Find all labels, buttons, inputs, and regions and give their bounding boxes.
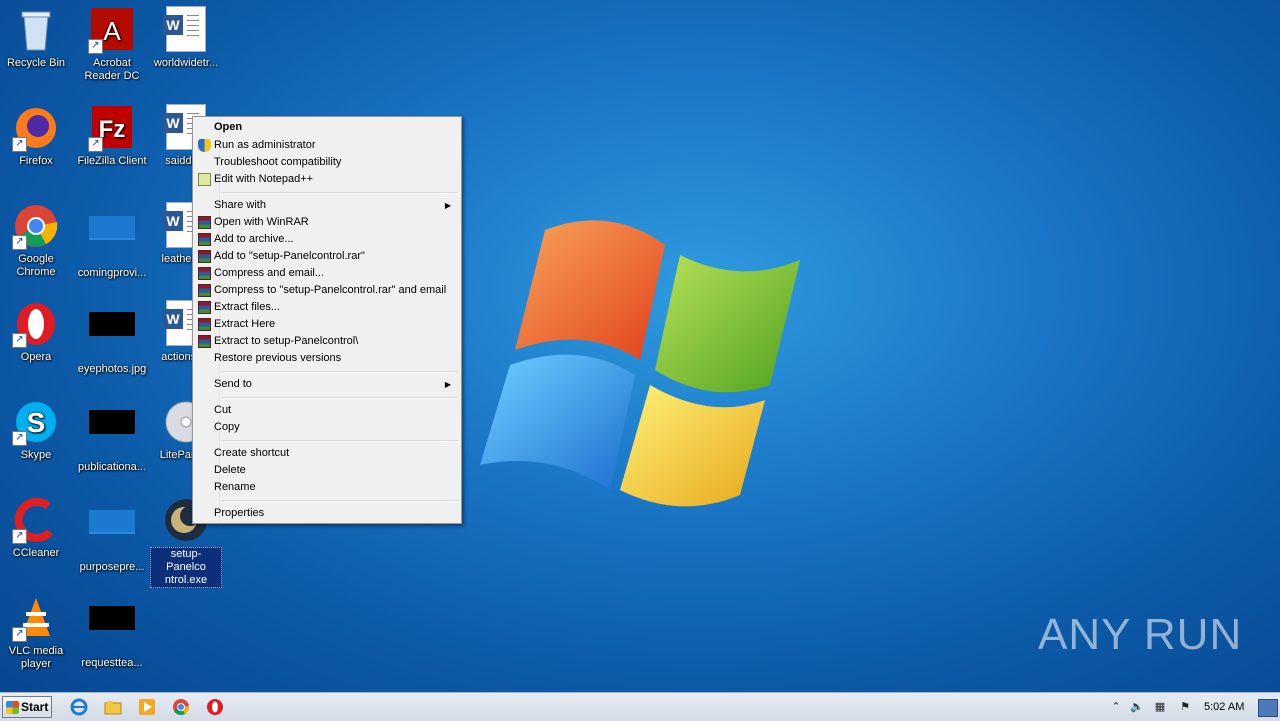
opera-shortcut[interactable]: ↗ Opera: [0, 300, 72, 364]
image-file-icon: [88, 606, 136, 654]
skype-shortcut[interactable]: S ↗ Skype: [0, 398, 72, 462]
menu-separator: [221, 500, 458, 502]
menu-item-restore-previous-versions[interactable]: Restore previous versions: [195, 350, 459, 367]
winrar-icon: [198, 267, 211, 280]
media-player-icon[interactable]: [138, 698, 156, 716]
menu-item-run-as-administrator[interactable]: Run as administrator: [195, 137, 459, 154]
start-button[interactable]: Start: [2, 696, 52, 718]
worldwidetr-document[interactable]: W worldwidetr...: [150, 6, 222, 70]
menu-item-extract-files[interactable]: Extract files...: [195, 299, 459, 316]
opera-icon: ↗: [12, 300, 60, 348]
vlc-icon: ↗: [12, 594, 60, 642]
clock[interactable]: 5:02 AM: [1204, 693, 1244, 721]
menu-item-open-with-winrar[interactable]: Open with WinRAR: [195, 214, 459, 231]
shortcut-arrow-icon: ↗: [12, 235, 27, 250]
windows-flag-icon: [6, 701, 19, 714]
menu-item-properties[interactable]: Properties: [195, 505, 459, 522]
chrome-icon[interactable]: [172, 698, 190, 716]
windows-logo-wallpaper: [480, 220, 800, 507]
menu-item-rename[interactable]: Rename: [195, 479, 459, 496]
shortcut-arrow-icon: ↗: [12, 333, 27, 348]
acrobat-reader-shortcut[interactable]: A ↗ Acrobat Reader DC: [76, 6, 148, 83]
menu-separator: [221, 397, 458, 399]
shortcut-arrow-icon: ↗: [12, 627, 27, 642]
show-hidden-icons-icon[interactable]: ⌃: [1109, 700, 1123, 714]
filezilla-icon: Fz ↗: [88, 104, 136, 152]
comingprovi-file[interactable]: comingprovi...: [76, 202, 148, 280]
anyrun-watermark: ANY RUN: [1038, 610, 1243, 659]
shortcut-arrow-icon: ↗: [12, 529, 27, 544]
chrome-shortcut[interactable]: ↗ Google Chrome: [0, 202, 72, 279]
file-icon: [88, 510, 136, 558]
shortcut-arrow-icon: ↗: [88, 39, 103, 54]
image-file-icon: [88, 312, 136, 360]
menu-item-troubleshoot-compatibility[interactable]: Troubleshoot compatibility: [195, 154, 459, 171]
menu-item-open[interactable]: Open: [195, 119, 459, 136]
publicationa-file[interactable]: publicationa...: [76, 398, 148, 474]
menu-item-create-shortcut[interactable]: Create shortcut: [195, 445, 459, 462]
filezilla-shortcut[interactable]: Fz ↗ FileZilla Client: [76, 104, 148, 168]
winrar-icon: [198, 284, 211, 297]
firefox-shortcut[interactable]: ↗ Firefox: [0, 104, 72, 168]
menu-item-extract-to-folder[interactable]: Extract to setup-Panelcontrol\: [195, 333, 459, 350]
internet-explorer-icon[interactable]: [70, 698, 88, 716]
recycle-bin-icon: [12, 6, 60, 54]
menu-item-cut[interactable]: Cut: [195, 402, 459, 419]
word-document-icon: W: [162, 6, 210, 54]
ccleaner-shortcut[interactable]: ↗ CCleaner: [0, 496, 72, 560]
uac-shield-icon: [198, 139, 211, 152]
ccleaner-icon: ↗: [12, 496, 60, 544]
shortcut-arrow-icon: ↗: [12, 431, 27, 446]
file-explorer-icon[interactable]: [104, 698, 122, 716]
network-icon[interactable]: ▦: [1153, 700, 1167, 714]
firefox-icon: ↗: [12, 104, 60, 152]
svg-text:A: A: [103, 16, 121, 46]
menu-item-send-to[interactable]: Send to ▶: [195, 376, 459, 393]
notepad-plus-plus-icon: [198, 173, 211, 186]
menu-item-compress-to-rar-and-email[interactable]: Compress to "setup-Panelcontrol.rar" and…: [195, 282, 459, 299]
chrome-icon: ↗: [12, 202, 60, 250]
action-center-flag-icon[interactable]: ⚑: [1178, 700, 1192, 714]
svg-text:S: S: [27, 407, 46, 438]
menu-item-share-with[interactable]: Share with ▶: [195, 197, 459, 214]
requesttea-file[interactable]: requesttea...: [76, 594, 148, 670]
skype-icon: S ↗: [12, 398, 60, 446]
opera-icon[interactable]: [206, 698, 224, 716]
winrar-icon: [198, 216, 211, 229]
winrar-icon: [198, 233, 211, 246]
winrar-icon: [198, 250, 211, 263]
menu-item-copy[interactable]: Copy: [195, 419, 459, 436]
menu-item-add-to-rar[interactable]: Add to "setup-Panelcontrol.rar": [195, 248, 459, 265]
winrar-icon: [198, 318, 211, 331]
eyephotos-file[interactable]: eyephotos.jpg: [76, 300, 148, 376]
submenu-arrow-icon: ▶: [444, 201, 451, 210]
taskbar: Start ⌃ 🔈 ▦ ⚑ 5:02 AM: [0, 692, 1280, 721]
image-file-icon: [88, 410, 136, 458]
winrar-icon: [198, 335, 211, 348]
context-menu: Open Run as administrator Troubleshoot c…: [192, 116, 462, 524]
menu-item-delete[interactable]: Delete: [195, 462, 459, 479]
menu-separator: [221, 440, 458, 442]
menu-item-edit-with-notepad-plus-plus[interactable]: Edit with Notepad++: [195, 171, 459, 188]
volume-icon[interactable]: 🔈: [1130, 700, 1144, 714]
recycle-bin[interactable]: Recycle Bin: [0, 6, 72, 70]
submenu-arrow-icon: ▶: [444, 380, 451, 389]
menu-separator: [221, 192, 458, 194]
acrobat-icon: A ↗: [88, 6, 136, 54]
file-icon: [88, 216, 136, 264]
menu-item-add-to-archive[interactable]: Add to archive...: [195, 231, 459, 248]
shortcut-arrow-icon: ↗: [12, 137, 27, 152]
menu-item-compress-and-email[interactable]: Compress and email...: [195, 265, 459, 282]
menu-item-extract-here[interactable]: Extract Here: [195, 316, 459, 333]
winrar-icon: [198, 301, 211, 314]
show-desktop-button[interactable]: [1258, 699, 1278, 717]
purposepre-file[interactable]: purposepre...: [76, 496, 148, 574]
menu-separator: [221, 371, 458, 373]
vlc-shortcut[interactable]: ↗ VLC media player: [0, 594, 72, 671]
shortcut-arrow-icon: ↗: [88, 137, 103, 152]
